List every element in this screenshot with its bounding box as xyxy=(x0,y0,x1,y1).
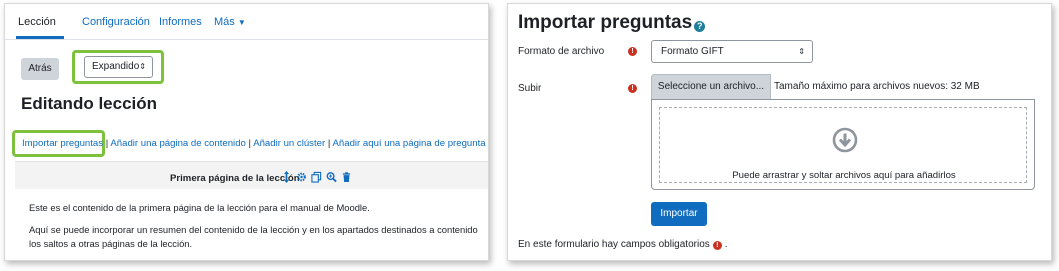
view-mode-select[interactable]: Expandido ⇕ xyxy=(84,56,153,78)
required-icon: ! xyxy=(712,241,722,250)
file-format-select[interactable]: Formato GIFT ⇕ xyxy=(651,40,813,63)
required-note-end: . xyxy=(724,239,728,250)
link-separator: | xyxy=(327,138,331,149)
required-icon: ! xyxy=(628,47,637,56)
import-heading: Importar preguntas? xyxy=(518,12,706,34)
lesson-edit-panel: Lección Configuración Informes Más ▼ Atr… xyxy=(4,3,489,261)
required-fields-note: En este formulario hay campos obligatori… xyxy=(518,239,728,250)
secondary-navigation: Lección Configuración Informes Más ▼ xyxy=(5,4,488,40)
max-size-text: Tamaño máximo para archivos nuevos: 32 M… xyxy=(774,81,980,92)
gear-icon[interactable] xyxy=(296,171,307,183)
upload-label: Subir xyxy=(518,83,542,94)
back-button[interactable]: Atrás xyxy=(21,58,59,80)
required-note-text: En este formulario hay campos obligatori… xyxy=(518,239,710,250)
lesson-action-links: Importar preguntas | Añadir una página d… xyxy=(22,138,486,149)
dropzone-inner: Puede arrastrar y soltar archivos aquí p… xyxy=(659,107,1027,183)
select-arrows-icon: ⇕ xyxy=(139,62,146,71)
view-mode-value: Expandido xyxy=(92,61,140,72)
content-paragraph: Este es el contenido de la primera págin… xyxy=(29,202,370,213)
active-tab-indicator xyxy=(16,36,64,39)
add-cluster-link[interactable]: Añadir un clúster xyxy=(253,138,325,149)
zoom-icon[interactable] xyxy=(326,171,337,183)
add-content-page-link[interactable]: Añadir una página de contenido xyxy=(110,138,246,149)
dropzone-text: Puede arrastrar y soltar archivos aquí p… xyxy=(732,170,956,181)
move-icon[interactable] xyxy=(281,171,292,183)
lesson-page-card: Primera página de la lección Este es el … xyxy=(15,161,488,260)
content-paragraph: Aquí se puede incorporar un resumen del … xyxy=(29,224,478,249)
import-questions-panel: Importar preguntas? Formato de archivo !… xyxy=(507,3,1052,261)
tab-configuracion[interactable]: Configuración xyxy=(82,16,150,28)
tab-leccion[interactable]: Lección xyxy=(18,16,56,28)
file-format-value: Formato GIFT xyxy=(661,46,724,57)
add-question-page-link[interactable]: Añadir aquí una página de pregunta xyxy=(333,138,486,149)
required-icon: ! xyxy=(628,84,637,93)
page-title: Editando lección xyxy=(21,94,158,113)
link-separator: | xyxy=(248,138,252,149)
trash-icon[interactable] xyxy=(341,171,352,183)
link-separator: | xyxy=(105,138,109,149)
tab-informes[interactable]: Informes xyxy=(159,16,202,28)
import-heading-text: Importar preguntas xyxy=(518,12,693,33)
page-action-icons xyxy=(281,171,352,183)
chevron-down-icon: ▼ xyxy=(237,18,246,27)
import-button[interactable]: Importar xyxy=(651,202,707,226)
download-arrow-icon xyxy=(832,127,858,153)
copy-icon[interactable] xyxy=(311,171,322,183)
help-icon[interactable]: ? xyxy=(694,21,706,32)
file-dropzone[interactable]: Puede arrastrar y soltar archivos aquí p… xyxy=(651,99,1035,190)
choose-file-button[interactable]: Seleccione un archivo... xyxy=(651,74,771,100)
file-format-label: Formato de archivo xyxy=(518,46,605,57)
select-arrows-icon: ⇕ xyxy=(798,47,805,56)
lesson-page-content: Este es el contenido de la primera págin… xyxy=(15,189,488,260)
tab-mas-label: Más xyxy=(214,16,235,28)
import-questions-link[interactable]: Importar preguntas xyxy=(22,138,103,149)
tab-mas[interactable]: Más ▼ xyxy=(214,16,246,28)
